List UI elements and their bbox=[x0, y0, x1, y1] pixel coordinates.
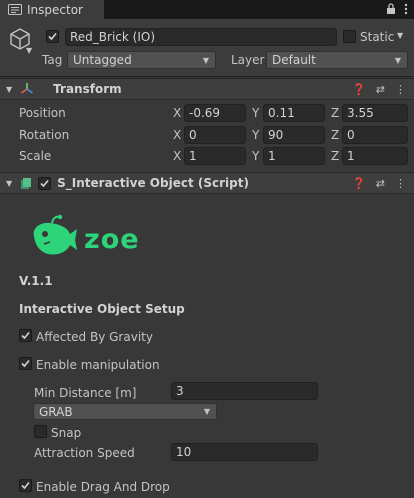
position-x-field[interactable]: -0.69 bbox=[184, 104, 246, 122]
transform-title: Transform bbox=[53, 82, 122, 96]
check-icon bbox=[21, 359, 30, 368]
enable-manipulation-label: Enable manipulation bbox=[36, 358, 160, 372]
layer-label: Layer bbox=[231, 53, 265, 67]
info-icon bbox=[8, 4, 22, 15]
rotation-z-value: 0 bbox=[347, 128, 355, 142]
help-icon[interactable]: ❓ bbox=[352, 177, 366, 190]
enable-drag-and-drop-checkbox[interactable] bbox=[19, 479, 32, 492]
min-distance-label: Min Distance [m] bbox=[34, 386, 137, 400]
zoe-logo-text: zoe bbox=[84, 224, 140, 255]
more-icon[interactable] bbox=[404, 3, 408, 15]
zoe-mascot-logo bbox=[33, 214, 77, 255]
position-label: Position bbox=[19, 106, 66, 120]
mode-dropdown[interactable]: GRAB ▼ bbox=[33, 403, 217, 420]
position-z-value: 3.55 bbox=[347, 106, 374, 120]
min-distance-input[interactable]: 3 bbox=[171, 382, 318, 400]
section-title: Interactive Object Setup bbox=[19, 302, 185, 316]
axis-z-label[interactable]: Z bbox=[331, 149, 339, 163]
static-checkbox[interactable] bbox=[343, 30, 356, 43]
scale-x-field[interactable]: 1 bbox=[184, 147, 246, 165]
icon-dropdown-arrow[interactable]: ▼ bbox=[26, 46, 32, 55]
position-z-field[interactable]: 3.55 bbox=[342, 104, 408, 122]
preset-icon[interactable]: ⇄ bbox=[376, 177, 385, 190]
tag-value: Untagged bbox=[73, 53, 132, 67]
axis-z-label[interactable]: Z bbox=[331, 128, 339, 142]
check-icon bbox=[40, 179, 49, 187]
rotation-y-value: 90 bbox=[268, 128, 284, 142]
static-label: Static bbox=[360, 30, 395, 44]
axis-z-label[interactable]: Z bbox=[331, 106, 339, 120]
scale-label: Scale bbox=[19, 149, 52, 163]
axis-x-label[interactable]: X bbox=[173, 128, 181, 142]
help-icon[interactable]: ❓ bbox=[352, 83, 366, 96]
scale-z-value: 1 bbox=[347, 149, 355, 163]
tab-label: Inspector bbox=[27, 2, 83, 17]
axis-y-label[interactable]: Y bbox=[252, 149, 259, 163]
script-header[interactable]: ▼ S_Interactive Object (Script) ❓ ⇄ ⋮ bbox=[0, 172, 414, 194]
snap-label: Snap bbox=[51, 426, 82, 440]
more-icon[interactable]: ⋮ bbox=[395, 177, 406, 190]
enable-manipulation-checkbox[interactable] bbox=[19, 357, 32, 370]
check-icon bbox=[21, 481, 30, 490]
position-x-value: -0.69 bbox=[189, 106, 221, 120]
check-icon bbox=[21, 331, 30, 340]
scale-y-field[interactable]: 1 bbox=[263, 147, 325, 165]
rotation-x-value: 0 bbox=[189, 128, 197, 142]
layer-dropdown[interactable]: Default ▼ bbox=[266, 51, 408, 69]
static-dropdown-arrow[interactable]: ▼ bbox=[397, 31, 403, 40]
attraction-speed-label: Attraction Speed bbox=[34, 446, 135, 460]
version-label: V.1.1 bbox=[19, 274, 53, 288]
foldout-arrow-icon[interactable]: ▼ bbox=[6, 179, 12, 188]
affected-by-gravity-label: Affected By Gravity bbox=[36, 330, 153, 344]
min-distance-value: 3 bbox=[176, 384, 184, 398]
scale-y-value: 1 bbox=[268, 149, 276, 163]
chevron-down-icon: ▼ bbox=[202, 55, 209, 65]
rotation-z-field[interactable]: 0 bbox=[342, 126, 408, 144]
scale-z-field[interactable]: 1 bbox=[342, 147, 408, 165]
active-checkbox[interactable] bbox=[46, 30, 59, 43]
script-enabled-checkbox[interactable] bbox=[38, 176, 52, 190]
attraction-speed-input[interactable]: 10 bbox=[171, 443, 318, 461]
lock-icon[interactable] bbox=[386, 3, 396, 15]
mode-value: GRAB bbox=[39, 404, 73, 419]
snap-checkbox[interactable] bbox=[34, 425, 47, 438]
position-y-value: 0.11 bbox=[268, 106, 295, 120]
axis-x-label[interactable]: X bbox=[173, 149, 181, 163]
check-icon bbox=[48, 32, 57, 41]
axis-y-label[interactable]: Y bbox=[252, 128, 259, 142]
script-icon bbox=[21, 177, 32, 189]
enable-drag-and-drop-label: Enable Drag And Drop bbox=[36, 480, 170, 494]
scale-x-value: 1 bbox=[189, 149, 197, 163]
preset-icon[interactable]: ⇄ bbox=[376, 83, 385, 96]
transform-icon bbox=[21, 83, 34, 94]
script-title: S_Interactive Object (Script) bbox=[57, 176, 249, 190]
tag-label: Tag bbox=[42, 53, 63, 67]
attraction-speed-value: 10 bbox=[176, 445, 192, 459]
tab-inspector[interactable]: Inspector bbox=[0, 0, 104, 19]
transform-header[interactable]: ▼ Transform ❓ ⇄ ⋮ bbox=[0, 78, 414, 100]
layer-value: Default bbox=[272, 53, 316, 67]
object-name-input[interactable]: Red_Brick (IO) bbox=[65, 28, 337, 46]
axis-x-label[interactable]: X bbox=[173, 106, 181, 120]
tag-dropdown[interactable]: Untagged ▼ bbox=[67, 51, 216, 69]
more-icon[interactable]: ⋮ bbox=[395, 83, 406, 96]
rotation-x-field[interactable]: 0 bbox=[184, 126, 246, 144]
rotation-label: Rotation bbox=[19, 128, 70, 142]
chevron-down-icon: ▼ bbox=[203, 407, 210, 416]
object-name-value: Red_Brick (IO) bbox=[70, 30, 156, 44]
position-y-field[interactable]: 0.11 bbox=[263, 104, 325, 122]
affected-by-gravity-checkbox[interactable] bbox=[19, 329, 32, 342]
foldout-arrow-icon[interactable]: ▼ bbox=[6, 85, 12, 94]
chevron-down-icon: ▼ bbox=[394, 55, 401, 65]
tab-bar: Inspector bbox=[0, 0, 414, 19]
axis-y-label[interactable]: Y bbox=[252, 106, 259, 120]
rotation-y-field[interactable]: 90 bbox=[263, 126, 325, 144]
